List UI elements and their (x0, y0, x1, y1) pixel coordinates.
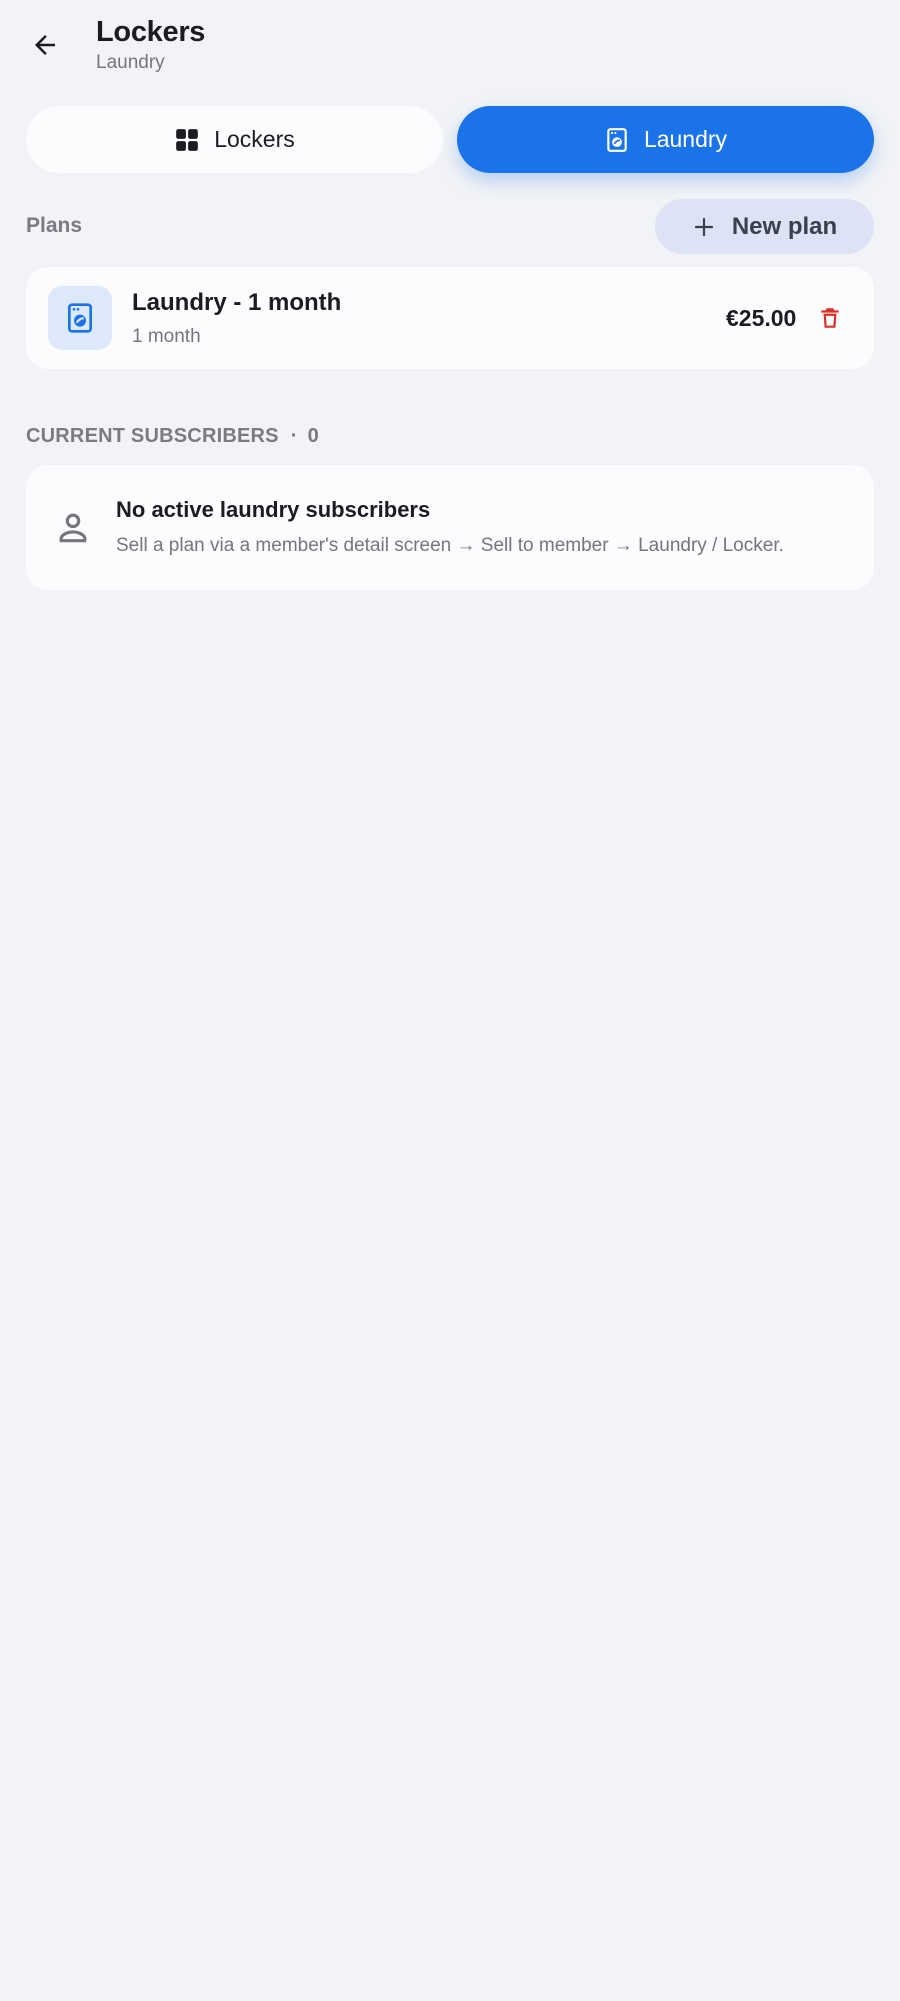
subscribers-section-header: CURRENT SUBSCRIBERS · 0 (26, 425, 319, 448)
top-app-bar: Lockers Laundry (0, 0, 900, 90)
delete-plan-button[interactable] (810, 298, 850, 338)
tab-lockers[interactable]: Lockers (26, 106, 443, 173)
page-subtitle: Laundry (96, 52, 165, 73)
plan-name: Laundry - 1 month (132, 289, 342, 316)
plans-section-label: Plans (26, 214, 83, 237)
new-plan-label: New plan (731, 212, 838, 240)
subscribers-count: 0 (307, 425, 319, 447)
grid-icon (174, 127, 200, 153)
page-title: Lockers (96, 16, 206, 48)
back-button[interactable] (20, 20, 70, 70)
arrow-back-icon (35, 35, 55, 55)
tab-lockers-label: Lockers (214, 126, 295, 152)
segment-tabs: Lockers Laundry (26, 106, 874, 173)
plan-duration: 1 month (132, 326, 201, 347)
empty-state-description: Sell a plan via a member's detail screen… (116, 535, 784, 556)
empty-state-card: No active laundry subscribers Sell a pla… (26, 465, 874, 590)
empty-state-title: No active laundry subscribers (116, 497, 431, 522)
tab-laundry-label: Laundry (643, 126, 728, 152)
plan-card[interactable]: Laundry - 1 month 1 month €25.00 (26, 267, 874, 369)
separator-dot: · (290, 425, 298, 447)
plus-icon (692, 215, 716, 239)
subscribers-label: CURRENT SUBSCRIBERS (26, 425, 279, 447)
new-plan-button[interactable]: New plan (655, 199, 874, 254)
app-root: Lockers Laundry Lockers Laundry Plans Ne… (0, 0, 900, 2001)
washing-machine-icon (68, 303, 92, 333)
plan-icon-container (48, 286, 112, 350)
trash-icon (821, 308, 839, 328)
person-icon (59, 513, 87, 543)
tab-laundry[interactable]: Laundry (457, 106, 874, 173)
washing-machine-icon (604, 127, 630, 153)
plan-price: €25.00 (726, 305, 797, 331)
